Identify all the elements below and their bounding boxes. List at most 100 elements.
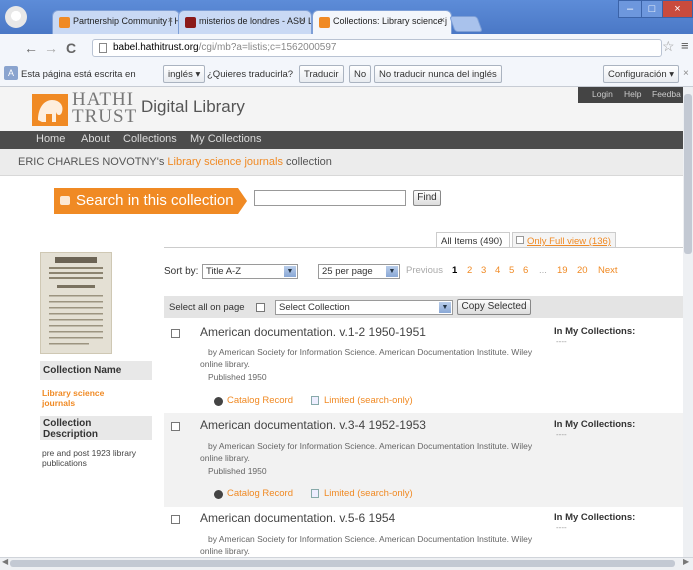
close-tab-icon[interactable]: × [440,15,445,25]
collection-search-input[interactable] [254,190,406,206]
never-translate-button[interactable]: No traducir nunca del inglés [374,65,502,83]
no-translate-button[interactable]: No [349,65,372,83]
sort-select[interactable]: Title A-Z ▼ [202,264,298,279]
scroll-left-icon[interactable]: ◀ [2,557,8,566]
select-all-label: Select all on page [169,302,245,313]
close-tab-icon[interactable]: × [300,15,305,25]
item-title: American documentation. v.5-6 1954 [200,511,396,525]
item-author-cont: online library. [200,359,250,369]
item-title: American documentation. v.3-4 1952-1953 [200,418,426,432]
full-view-label: Only Full view (136) [527,236,611,247]
collection-owner: ERIC CHARLES NOVOTNY's [18,156,165,168]
tab-partnership[interactable]: Partnership Community | Hat × [52,10,180,34]
scroll-right-icon[interactable]: ▶ [683,557,689,566]
reload-icon[interactable]: C [62,39,80,57]
back-arrow-icon[interactable]: ← [22,39,40,57]
new-tab-button[interactable] [449,16,483,32]
nav-about[interactable]: About [81,133,110,145]
tab-full-view[interactable]: Only Full view (136) [512,232,616,248]
translate-settings-button[interactable]: Configuración ▾ [603,65,680,83]
collection-suffix: collection [286,156,332,168]
wrench-menu-icon[interactable]: ≡ [681,38,689,53]
search-collection-text: Search in this collection [76,192,234,209]
asu-favicon-icon [185,17,196,28]
feedback-link[interactable]: Feedba [652,89,681,99]
nav-collections[interactable]: Collections [123,133,177,145]
sort-value: Title A-Z [206,266,242,277]
close-window-button[interactable]: × [662,0,693,18]
item-checkbox[interactable] [171,422,180,431]
sort-label: Sort by: [164,266,199,277]
help-link[interactable]: Help [624,89,641,99]
url-path: /cgi/mb?a=listis;c=1562000597 [198,42,337,53]
hathitrust-logo-icon[interactable] [32,94,68,126]
item-checkbox[interactable] [171,329,180,338]
close-tab-icon[interactable]: × [168,15,173,25]
maximize-button[interactable]: □ [641,0,663,18]
tab-label: Partnership Community | Hat [73,16,180,26]
catalog-record-link[interactable]: Catalog Record [227,395,293,406]
search-collection-icon [60,196,70,205]
translate-button[interactable]: Traducir [299,65,344,83]
elephant-mark-icon [38,100,63,122]
in-my-collections-value: ---- [556,523,567,532]
search-only-icon [311,489,319,498]
tab-label: Collections: Library science j [333,16,448,26]
page-link[interactable]: 4 [495,265,500,276]
bookmark-star-icon[interactable]: ☆ [662,38,675,55]
collection-name-value: Library science journals [42,388,105,408]
pagination-ellipsis: ... [539,265,547,276]
nav-my-collections[interactable]: My Collections [190,133,262,145]
address-bar[interactable]: babel.hathitrust.org/cgi/mb?a=listis;c=1… [92,39,662,57]
info-icon [214,397,223,406]
page-link[interactable]: 6 [523,265,528,276]
language-select[interactable]: inglés ▾ [163,65,205,83]
limited-link[interactable]: Limited (search-only) [324,395,413,406]
url-host: babel.hathitrust.org [113,42,199,53]
page-icon [99,43,107,53]
previous-link: Previous [406,265,443,276]
item-author-cont: online library. [200,453,250,463]
tab-all-items[interactable]: All Items (490) [436,232,510,248]
collection-thumbnail [40,252,112,354]
collection-link[interactable]: Library science journals [167,156,283,168]
minimize-button[interactable]: – [618,0,642,18]
find-button[interactable]: Find [413,190,441,206]
tab-collections[interactable]: Collections: Library science j × [312,10,452,34]
limited-link[interactable]: Limited (search-only) [324,488,413,499]
horizontal-scroll-thumb[interactable] [10,560,675,567]
search-label-arrow [238,188,247,214]
select-all-checkbox[interactable] [256,303,265,312]
tab-label: misterios de londres - ASU Li [199,16,312,26]
in-my-collections-value: ---- [556,337,567,346]
in-my-collections-label: In My Collections: [554,419,636,430]
chrome-logo-icon [5,6,27,28]
in-my-collections-label: In My Collections: [554,512,636,523]
page-link[interactable]: 3 [481,265,486,276]
tab-misterios[interactable]: misterios de londres - ASU Li × [178,10,312,34]
forward-arrow-icon[interactable]: → [42,39,60,57]
item-author: by American Society for Information Scie… [208,534,533,544]
vertical-scroll-thumb[interactable] [684,94,692,254]
nav-home[interactable]: Home [36,133,65,145]
select-collection-dropdown[interactable]: Select Collection ▼ [275,300,453,315]
translate-question: ¿Quieres traducirla? [207,69,294,80]
copy-selected-button[interactable]: Copy Selected [457,299,531,315]
close-translate-icon[interactable]: × [683,68,689,79]
translate-message: Esta página está escrita en [21,69,136,80]
login-link[interactable]: Login [592,89,613,99]
digital-library-title: Digital Library [141,97,245,116]
catalog-record-link[interactable]: Catalog Record [227,488,293,499]
next-link[interactable]: Next [598,265,618,276]
item-checkbox[interactable] [171,515,180,524]
logo-line2: TRUST [72,106,138,127]
chevron-down-icon: ▼ [439,302,451,313]
page-link[interactable]: 5 [509,265,514,276]
page-link[interactable]: 19 [557,265,568,276]
search-collection-label: Search in this collection [54,188,238,214]
page-link[interactable]: 2 [467,265,472,276]
page-link[interactable]: 20 [577,265,588,276]
logo-wordmark[interactable]: HATHI TRUST [72,90,138,127]
hathitrust-favicon-icon [319,17,330,28]
per-page-select[interactable]: 25 per page ▼ [318,264,400,279]
